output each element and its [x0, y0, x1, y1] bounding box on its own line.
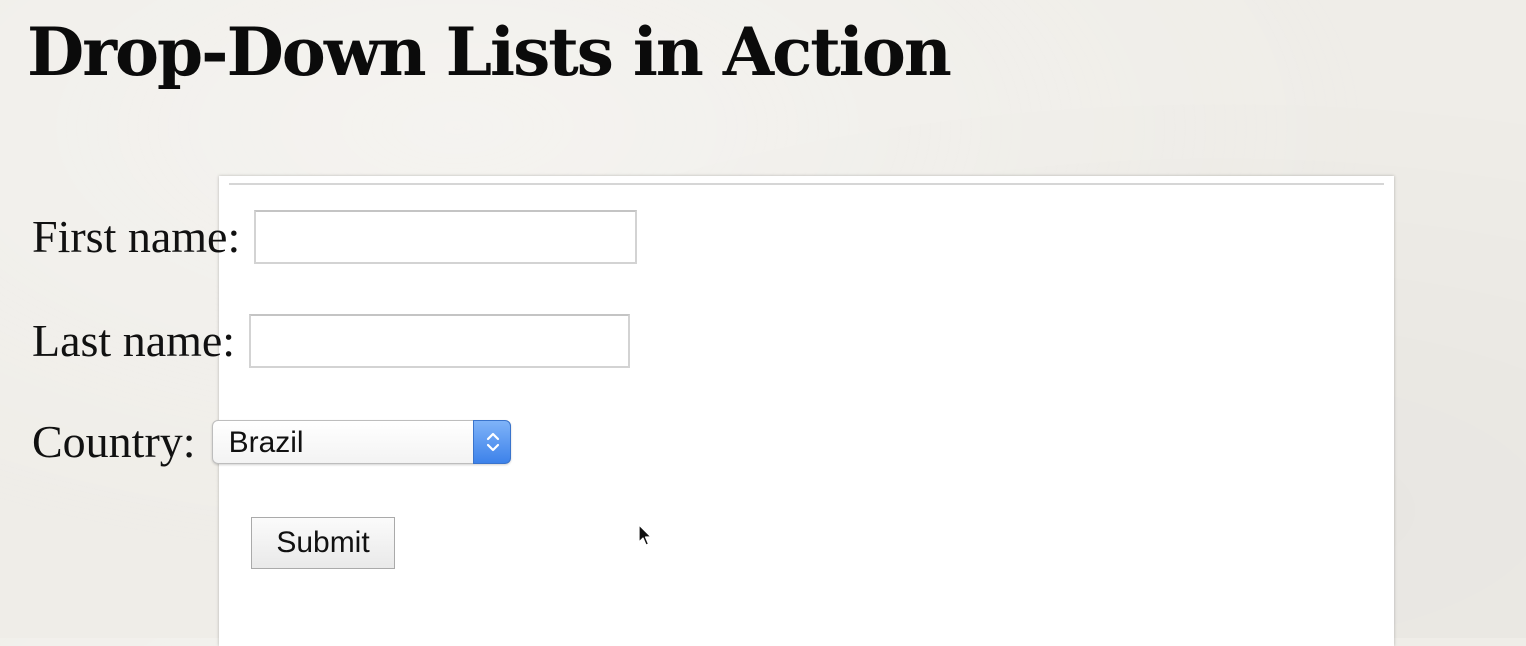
- country-selected-value: Brazil: [228, 426, 304, 459]
- first-name-row: First name:: [32, 210, 638, 264]
- country-label: Country:: [32, 416, 196, 467]
- country-select[interactable]: Brazil: [211, 420, 511, 464]
- chevron-up-down-icon[interactable]: [472, 420, 511, 464]
- last-name-row: Last name:: [32, 314, 631, 368]
- first-name-label: First name:: [32, 211, 241, 262]
- last-name-label: Last name:: [32, 315, 236, 366]
- submit-button[interactable]: Submit: [251, 517, 395, 569]
- slide-title: Drop-Down Lists in Action: [27, 13, 952, 91]
- first-name-input[interactable]: [254, 210, 638, 264]
- last-name-input[interactable]: [249, 314, 631, 368]
- country-row: Country: Brazil: [32, 416, 511, 468]
- mouse-pointer-icon: [638, 524, 654, 553]
- panel-divider: [229, 183, 1384, 185]
